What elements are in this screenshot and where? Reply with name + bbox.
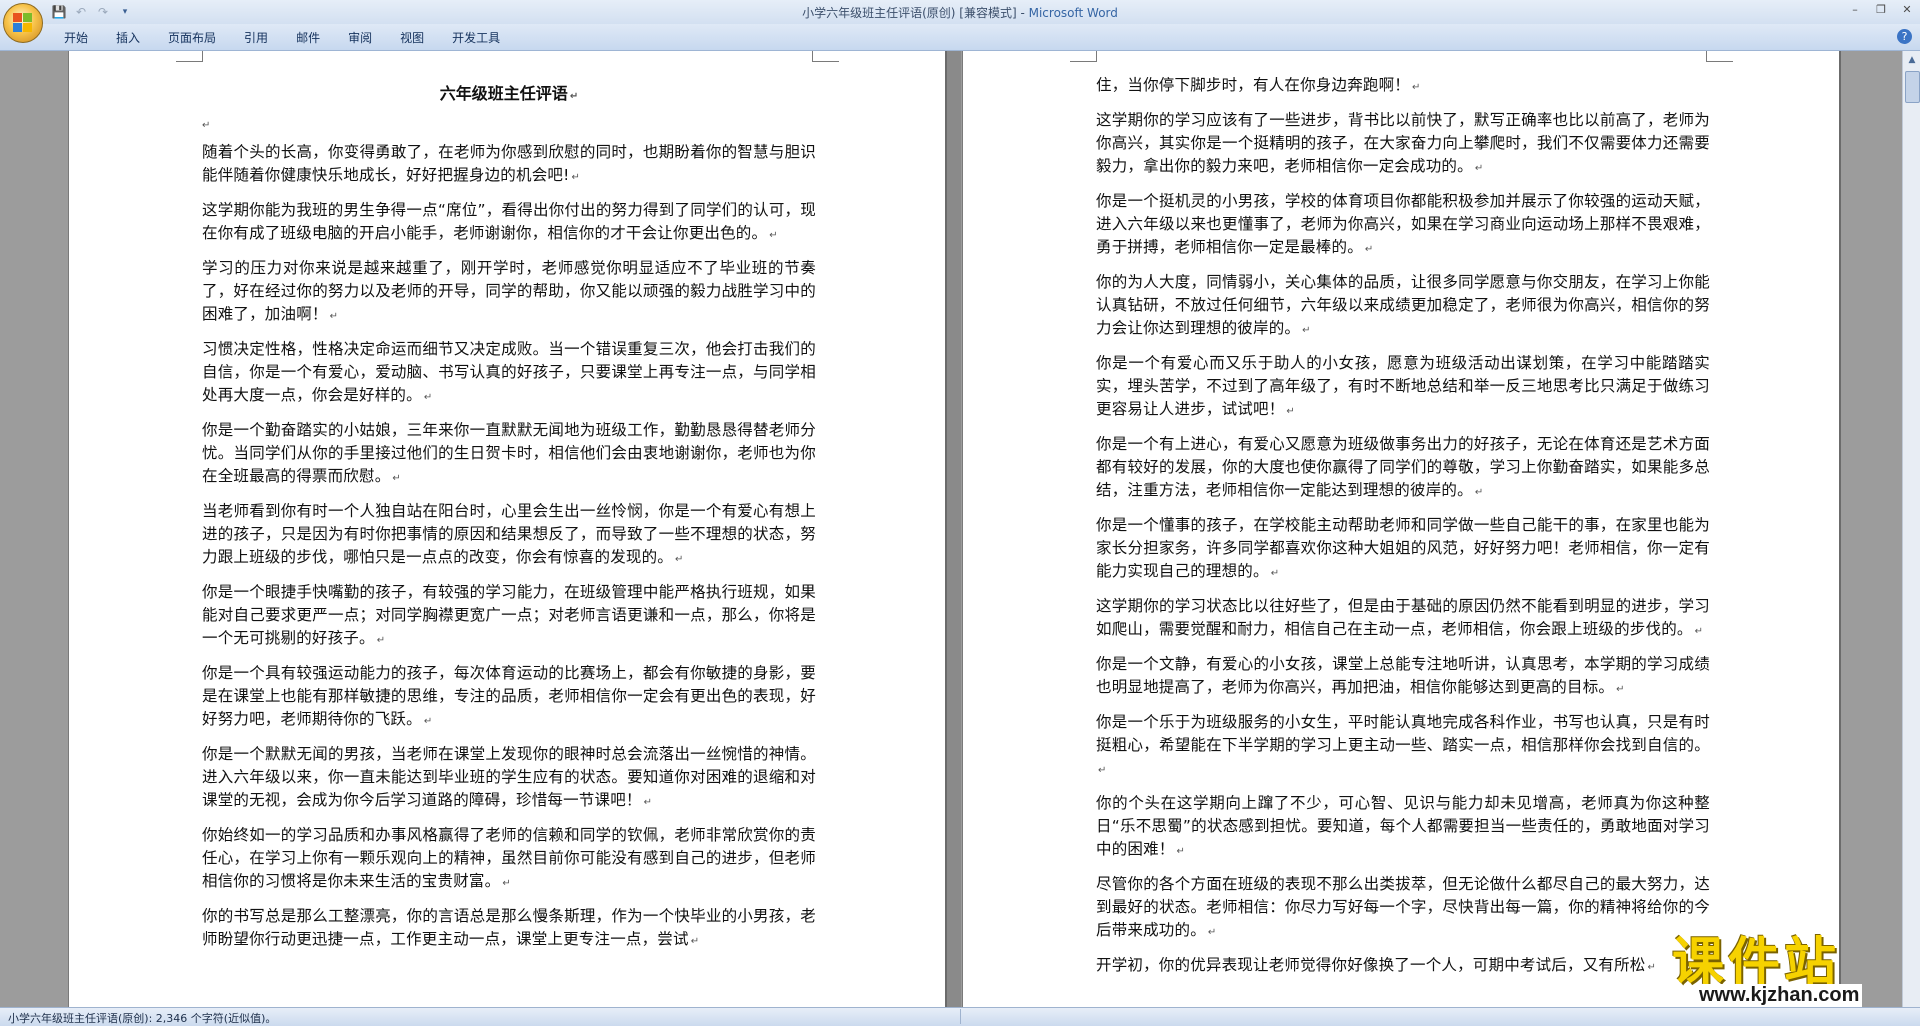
comment-paragraph: 习惯决定性格，性格决定命运而细节又决定成败。当一个错误重复三次，他会打击我们的自… bbox=[202, 338, 816, 409]
watermark-logo: 课件站 www.kjzhan.com bbox=[1668, 920, 1900, 1010]
comment-paragraph: 你的个头在这学期向上蹿了不少，可心智、见识与能力却未见增高，老师真为你这种整日“… bbox=[1096, 792, 1710, 863]
status-divider bbox=[960, 1009, 961, 1024]
close-button[interactable]: ✕ bbox=[1898, 2, 1916, 18]
window-controls: – ❐ ✕ bbox=[1846, 2, 1916, 18]
empty-paragraph bbox=[202, 112, 816, 135]
watermark-url: www.kjzhan.com bbox=[1696, 984, 1863, 1007]
tab-developer[interactable]: 开发工具 bbox=[438, 29, 514, 47]
document-page-right[interactable]: 住，当你停下脚步时，有人在你身边奔跑啊！ 这学期你的学习应该有了一些进步，背书比… bbox=[963, 51, 1839, 1011]
comment-paragraph: 你始终如一的学习品质和办事风格赢得了老师的信赖和同学的钦佩，老师非常欣赏你的责任… bbox=[202, 824, 816, 895]
ribbon-tabs: 开始 插入 页面布局 引用 邮件 审阅 视图 开发工具 bbox=[50, 29, 514, 47]
comment-paragraph: 你是一个挺机灵的小男孩，学校的体育项目你都能积极参加并展示了你较强的运动天赋，进… bbox=[1096, 190, 1710, 261]
comment-paragraph: 你是一个有爱心而又乐于助人的小女孩，愿意为班级活动出谋划策，在学习中能踏踏实实，… bbox=[1096, 352, 1710, 423]
tab-references[interactable]: 引用 bbox=[230, 29, 282, 47]
comment-paragraph: 学习的压力对你来说是越来越重了，刚开学时，老师感觉你明显适应不了毕业班的节奏了，… bbox=[202, 257, 816, 328]
comment-paragraph: 当老师看到你有时一个人独自站在阳台时，心里会生出一丝怜悯，你是一个有爱心有想上进… bbox=[202, 500, 816, 571]
comment-paragraph: 随着个头的长高，你变得勇敢了，在老师为你感到欣慰的同时，也期盼着你的智慧与胆识能… bbox=[202, 141, 816, 189]
crop-mark bbox=[176, 51, 203, 62]
comment-paragraph: 你的书写总是那么工整漂亮，你的言语总是那么慢条斯理，作为一个快毕业的小男孩，老师… bbox=[202, 905, 816, 953]
comment-paragraph: 你是一个具有较强运动能力的孩子，每次体育运动的比赛场上，都会有你敏捷的身影，要是… bbox=[202, 662, 816, 733]
crop-mark bbox=[1070, 51, 1097, 62]
comment-paragraph: 你是一个文静，有爱心的小女孩，课堂上总能专注地听讲，认真思考，本学期的学习成绩也… bbox=[1096, 653, 1710, 701]
crop-mark bbox=[1706, 51, 1733, 62]
tab-home[interactable]: 开始 bbox=[50, 29, 102, 47]
tab-insert[interactable]: 插入 bbox=[102, 29, 154, 47]
page-content: 住，当你停下脚步时，有人在你身边奔跑啊！ 这学期你的学习应该有了一些进步，背书比… bbox=[1096, 74, 1710, 989]
comment-paragraph: 尽管你的各个方面在班级的表现不那么出类拔萃，但无论做什么都尽自己的最大努力，达到… bbox=[1096, 873, 1710, 944]
office-button[interactable] bbox=[3, 3, 43, 43]
comment-paragraph: 你是一个有上进心，有爱心又愿意为班级做事务出力的好孩子，无论在体育还是艺术方面都… bbox=[1096, 433, 1710, 504]
comment-paragraph: 住，当你停下脚步时，有人在你身边奔跑啊！ bbox=[1096, 74, 1710, 99]
help-icon[interactable]: ? bbox=[1897, 29, 1912, 44]
comment-paragraph: 你是一个默默无闻的男孩，当老师在课堂上发现你的眼神时总会流落出一丝惋惜的神情。进… bbox=[202, 743, 816, 814]
page-content: 六年级班主任评语 随着个头的长高，你变得勇敢了，在老师为你感到欣慰的同时，也期盼… bbox=[202, 82, 816, 963]
comment-paragraph: 你是一个懂事的孩子，在学校能主动帮助老师和同学做一些自己能干的事，在家里也能为家… bbox=[1096, 514, 1710, 585]
app-name: Microsoft Word bbox=[1028, 6, 1118, 20]
tab-mailings[interactable]: 邮件 bbox=[282, 29, 334, 47]
minimize-button[interactable]: – bbox=[1846, 2, 1864, 18]
office-logo-icon bbox=[13, 13, 33, 33]
comment-paragraph: 这学期你的学习应该有了一些进步，背书比以前快了，默写正确率也比以前高了，老师为你… bbox=[1096, 109, 1710, 180]
scrollbar-thumb[interactable] bbox=[1905, 71, 1920, 103]
status-word-count[interactable]: 小学六年级班主任评语(原创): 2,346 个字符(近似值)。 bbox=[8, 1010, 276, 1026]
document-page-left[interactable]: 六年级班主任评语 随着个头的长高，你变得勇敢了，在老师为你感到欣慰的同时，也期盼… bbox=[69, 51, 945, 1011]
ribbon: 开始 插入 页面布局 引用 邮件 审阅 视图 开发工具 ? bbox=[0, 24, 1920, 51]
window-title: 小学六年级班主任评语(原创) [兼容模式] - Microsoft Word bbox=[0, 4, 1920, 21]
page-gap bbox=[947, 51, 961, 1011]
comment-paragraph: 开学初，你的优异表现让老师觉得你好像换了一个人，可期中考试后，又有所松 bbox=[1096, 954, 1710, 979]
comment-paragraph: 你是一个勤奋踏实的小姑娘，三年来你一直默默无闻地为班级工作，勤勤恳恳得替老师分忧… bbox=[202, 419, 816, 490]
tab-review[interactable]: 审阅 bbox=[334, 29, 386, 47]
document-title-text: 小学六年级班主任评语(原创) [兼容模式] - bbox=[802, 6, 1029, 20]
comment-paragraph: 你是一个乐于为班级服务的小女生，平时能认真地完成各科作业，书写也认真，只是有时挺… bbox=[1096, 711, 1710, 782]
comment-paragraph: 这学期你能为我班的男生争得一点“席位”，看得出你付出的努力得到了同学们的认可，现… bbox=[202, 199, 816, 247]
comment-paragraph: 你的为人大度，同情弱小，关心集体的品质，让很多同学愿意与你交朋友，在学习上你能认… bbox=[1096, 271, 1710, 342]
title-bar: 💾 ↶ ↷ ▾ 小学六年级班主任评语(原创) [兼容模式] - Microsof… bbox=[0, 0, 1920, 24]
tab-view[interactable]: 视图 bbox=[386, 29, 438, 47]
status-bar: 小学六年级班主任评语(原创): 2,346 个字符(近似值)。 bbox=[0, 1007, 1920, 1026]
comment-paragraph: 这学期你的学习状态比以往好些了，但是由于基础的原因仍然不能看到明显的进步，学习如… bbox=[1096, 595, 1710, 643]
document-heading: 六年级班主任评语 bbox=[202, 82, 816, 108]
scroll-up-icon[interactable]: ▲ bbox=[1905, 53, 1919, 67]
restore-button[interactable]: ❐ bbox=[1872, 2, 1890, 18]
tab-page-layout[interactable]: 页面布局 bbox=[154, 29, 230, 47]
vertical-scrollbar[interactable]: ▲ bbox=[1902, 51, 1920, 1011]
crop-mark bbox=[812, 51, 839, 62]
comment-paragraph: 你是一个眼捷手快嘴勤的孩子，有较强的学习能力，在班级管理中能严格执行班规，如果能… bbox=[202, 581, 816, 652]
